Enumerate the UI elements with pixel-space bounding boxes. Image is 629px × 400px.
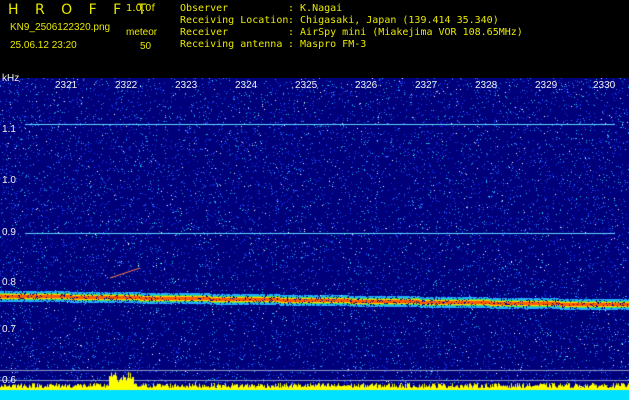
location-value: : Chigasaki, Japan (139.414 35.340) xyxy=(288,15,499,26)
x-tick-label: 2329 xyxy=(535,80,558,91)
app-version: 1.0.0f xyxy=(126,3,155,14)
antenna-value: : Maspro FM-3 xyxy=(288,39,367,50)
x-tick-label: 2330 xyxy=(593,80,616,91)
antenna-label: Receiving antenna xyxy=(180,39,283,50)
x-tick-label: 2323 xyxy=(175,80,198,91)
count-value: 50 xyxy=(140,41,152,52)
mode-label: meteor xyxy=(126,27,158,38)
spectrogram-plot xyxy=(0,78,629,400)
location-label: Receiving Location xyxy=(180,15,289,26)
y-tick-label: 0.6 xyxy=(2,375,16,386)
receiver-label: Receiver xyxy=(180,27,229,38)
y-tick-label: 1.0 xyxy=(2,175,16,186)
x-tick-label: 2328 xyxy=(475,80,498,91)
spectrogram-canvas xyxy=(0,78,629,400)
receiver-value: : AirSpy mini (Miakejima VOR 108.65MHz) xyxy=(288,27,523,38)
x-tick-label: 2325 xyxy=(295,80,318,91)
observer-value: : K.Nagai xyxy=(288,3,343,14)
file-name: KN9_2506122320.png xyxy=(10,22,111,33)
x-tick-label: 2321 xyxy=(55,80,78,91)
x-tick-label: 2324 xyxy=(235,80,258,91)
y-axis-unit: kHz xyxy=(2,73,20,84)
y-tick-label: 1.1 xyxy=(2,124,16,135)
x-tick-label: 2326 xyxy=(355,80,378,91)
x-tick-label: 2322 xyxy=(115,80,138,91)
header-panel: H R O F F T 1.0.0f KN9_2506122320.png me… xyxy=(0,0,629,76)
date-time: 25.06.12 23:20 xyxy=(10,40,77,51)
y-tick-label: 0.7 xyxy=(2,324,16,335)
y-tick-label: 0.9 xyxy=(2,227,16,238)
observer-label: Observer xyxy=(180,3,229,14)
x-tick-label: 2327 xyxy=(415,80,438,91)
y-tick-label: 0.8 xyxy=(2,277,16,288)
